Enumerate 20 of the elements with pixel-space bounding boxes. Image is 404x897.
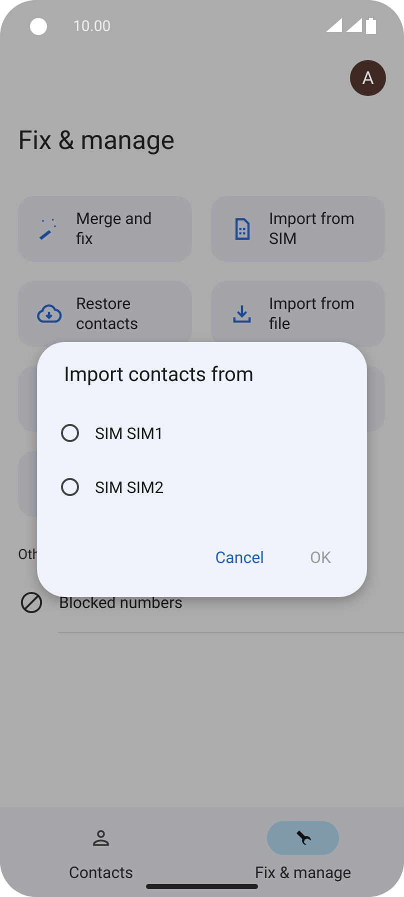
radio-button[interactable] [61, 424, 79, 442]
action-card[interactable]: Restore contacts [18, 281, 192, 347]
list-item[interactable]: Blocked numbers [59, 593, 183, 612]
camera-dot [30, 18, 47, 34]
nav-tab[interactable]: Contacts [0, 807, 202, 897]
status-time: 10.00 [73, 17, 111, 35]
signal-icon [346, 18, 362, 32]
dialog-button[interactable]: Cancel [203, 544, 276, 571]
battery-icon [366, 18, 376, 34]
action-card[interactable]: Merge and fix [18, 196, 192, 262]
action-card[interactable]: Import from SIM [211, 196, 385, 262]
signal-icon [326, 18, 342, 32]
page-title: Fix & manage [18, 126, 176, 156]
block-icon [20, 591, 43, 614]
radio-option[interactable]: SIM SIM1 [37, 406, 367, 460]
radio-option[interactable]: SIM SIM2 [37, 460, 367, 514]
radio-button[interactable] [61, 478, 79, 496]
dialog-title: Import contacts from [64, 362, 255, 386]
avatar[interactable]: A [350, 60, 386, 96]
action-card[interactable]: Import from file [211, 281, 385, 347]
